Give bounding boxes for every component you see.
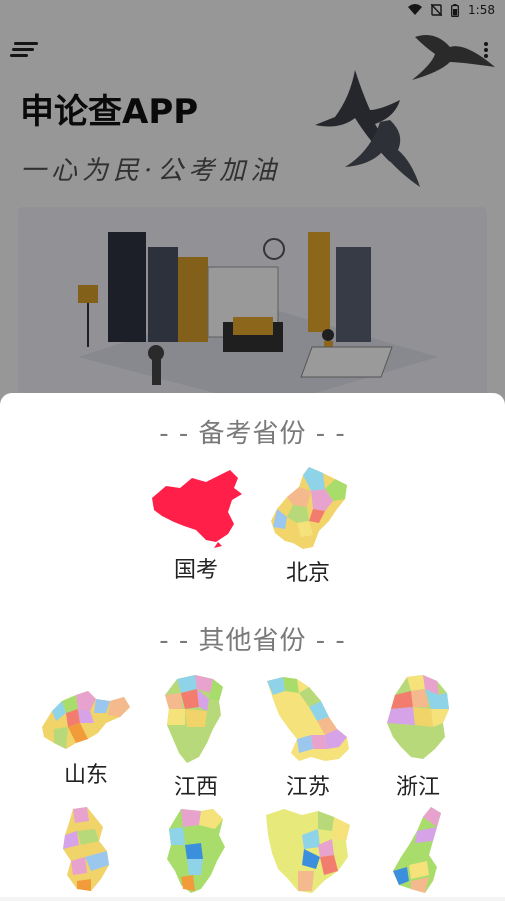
province-item-guokao[interactable]: 国考 (146, 468, 246, 584)
province-label: 北京 (285, 561, 330, 586)
province-item-zhejiang[interactable]: 浙江 (368, 673, 468, 801)
province-label: 江苏 (285, 775, 330, 800)
province-label: 江西 (173, 775, 218, 800)
province-map-icon (266, 809, 350, 893)
province-label: 山东 (63, 763, 108, 788)
province-item-jiangxi[interactable]: 江西 (146, 673, 246, 801)
province-item-shandong[interactable]: 山东 (36, 683, 136, 789)
province-item[interactable] (36, 805, 136, 901)
province-label: 浙江 (395, 775, 440, 800)
province-item[interactable] (368, 805, 468, 901)
other-provinces-title: - - 其他省份 - - (159, 626, 346, 656)
province-picker-sheet: - - 备考省份 - - 国考 北京 - - 其他省份 - - 山东 江西 江苏… (0, 393, 505, 897)
province-map-icon (63, 807, 109, 891)
province-item[interactable] (258, 805, 358, 901)
province-item-jiangsu[interactable]: 江苏 (258, 673, 358, 801)
jiangxi-map-icon (165, 675, 223, 763)
jiangsu-map-icon (267, 677, 349, 761)
province-label: 国考 (173, 558, 218, 583)
province-item[interactable] (146, 805, 246, 901)
china-map-icon (152, 470, 242, 548)
beijing-map-icon (271, 467, 347, 549)
province-map-icon (167, 809, 225, 893)
province-item-beijing[interactable]: 北京 (258, 465, 358, 587)
exam-provinces-title: - - 备考省份 - - (159, 419, 346, 449)
zhejiang-map-icon (387, 675, 449, 759)
shandong-map-icon (42, 691, 130, 749)
province-map-icon (393, 807, 441, 893)
